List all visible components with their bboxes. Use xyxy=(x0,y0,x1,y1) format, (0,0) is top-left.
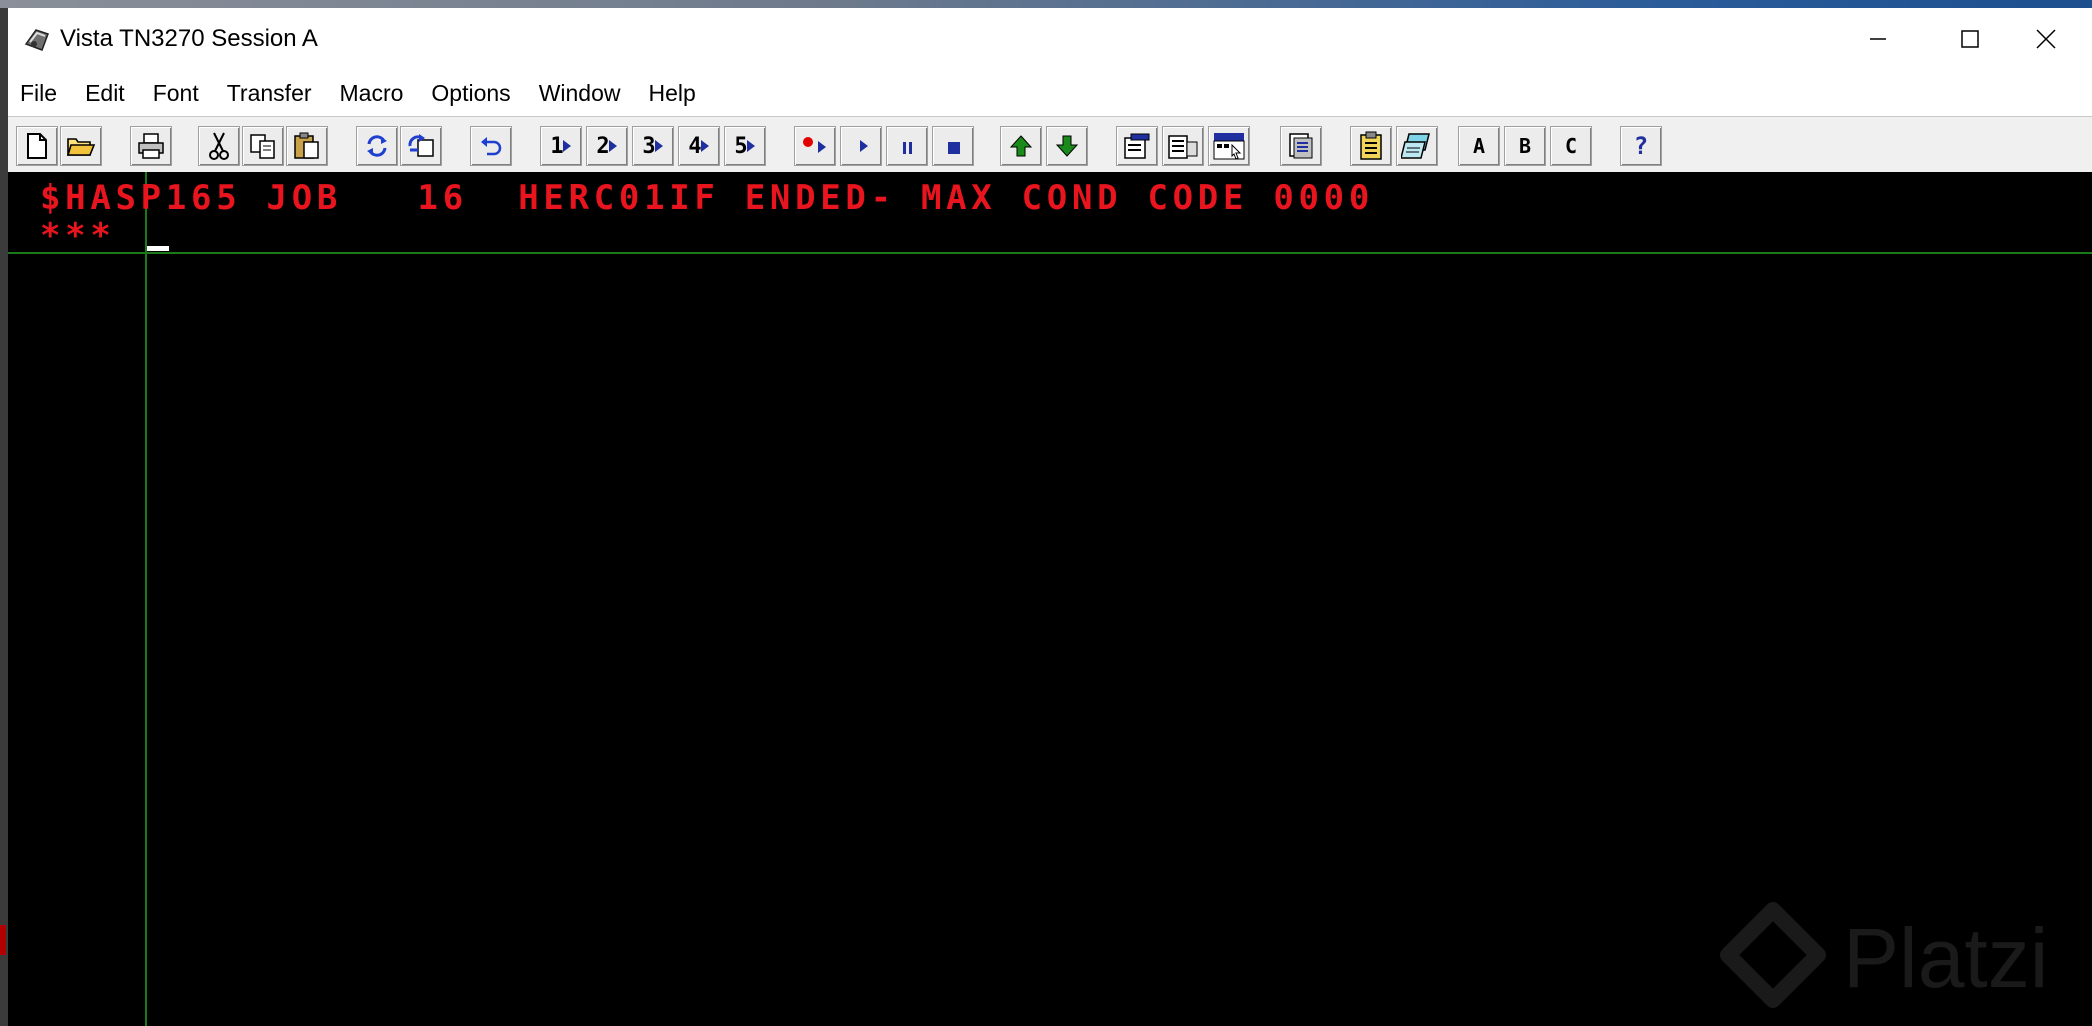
terminal-app-icon[interactable] xyxy=(22,24,52,54)
screen-capture-icon xyxy=(1289,133,1313,159)
app-window: Vista TN3270 Session A File Edit Font Tr… xyxy=(8,8,2092,1026)
play-icon xyxy=(860,140,868,152)
macro-1-button[interactable]: 1 xyxy=(540,126,582,166)
play-arrow-icon xyxy=(654,140,663,152)
close-button[interactable] xyxy=(2000,8,2092,70)
menu-help[interactable]: Help xyxy=(635,70,710,116)
terminal-screen[interactable]: $HASP165 JOB 16 HERC01IF ENDED- MAX COND… xyxy=(8,172,2092,1026)
background-window-strip xyxy=(0,0,2092,8)
pause-icon xyxy=(903,142,912,154)
menu-file[interactable]: File xyxy=(8,70,71,116)
play-button[interactable] xyxy=(840,126,882,166)
notes-button[interactable] xyxy=(1396,126,1438,166)
record-button[interactable] xyxy=(794,126,836,166)
copy-icon xyxy=(250,134,275,159)
page-up-button[interactable] xyxy=(1000,126,1042,166)
open-folder-icon xyxy=(66,138,96,156)
arrow-up-icon xyxy=(1009,135,1033,157)
undo-button[interactable] xyxy=(470,126,512,166)
platzi-logo-icon xyxy=(1720,902,1826,1008)
terminal-line-2: *** xyxy=(40,216,116,256)
reconnect-button[interactable] xyxy=(400,126,442,166)
reconnect-icon xyxy=(408,134,434,157)
properties-icon xyxy=(1124,133,1150,159)
watermark: Platzi xyxy=(1718,902,2092,1012)
menu-macro[interactable]: Macro xyxy=(326,70,418,116)
play-arrow-icon xyxy=(562,140,571,152)
stop-icon xyxy=(948,142,960,154)
text-cursor xyxy=(147,246,169,251)
session-b-button[interactable]: B xyxy=(1504,126,1546,166)
pause-button[interactable] xyxy=(886,126,928,166)
window-title: Vista TN3270 Session A xyxy=(60,25,318,52)
new-icon xyxy=(27,133,47,159)
stop-button[interactable] xyxy=(932,126,974,166)
keyboard-map-button[interactable] xyxy=(1208,126,1250,166)
minimize-icon xyxy=(1870,38,1886,40)
menu-window[interactable]: Window xyxy=(525,70,635,116)
print-icon xyxy=(138,133,164,159)
minimize-button[interactable] xyxy=(1832,8,1924,70)
document-list-button[interactable] xyxy=(1162,126,1204,166)
toolbar: 1 2 3 4 5 A B C ? xyxy=(8,116,2092,173)
macro-3-button[interactable]: 3 xyxy=(632,126,674,166)
refresh-button[interactable] xyxy=(356,126,398,166)
cursor-crosshair-horizontal xyxy=(8,252,2092,254)
watermark-text: Platzi xyxy=(1843,911,2049,1005)
help-icon: ? xyxy=(1633,132,1649,160)
arrow-down-icon xyxy=(1055,135,1079,157)
clipboard-icon xyxy=(1360,131,1382,160)
page-down-button[interactable] xyxy=(1046,126,1088,166)
copy-button[interactable] xyxy=(242,126,284,166)
menu-edit[interactable]: Edit xyxy=(71,70,139,116)
print-button[interactable] xyxy=(130,126,172,166)
session-c-icon: C xyxy=(1564,134,1578,158)
macro-4-button[interactable]: 4 xyxy=(678,126,720,166)
new-button[interactable] xyxy=(16,126,58,166)
cut-icon xyxy=(209,132,229,160)
background-window-edge xyxy=(0,8,8,1026)
menu-transfer[interactable]: Transfer xyxy=(213,70,326,116)
open-button[interactable] xyxy=(60,126,102,166)
properties-button[interactable] xyxy=(1116,126,1158,166)
screen-capture-button[interactable] xyxy=(1280,126,1322,166)
help-button[interactable]: ? xyxy=(1620,126,1662,166)
record-icon xyxy=(803,137,826,153)
title-bar[interactable]: Vista TN3270 Session A xyxy=(8,8,2092,70)
menu-font[interactable]: Font xyxy=(139,70,213,116)
paste-icon xyxy=(294,132,319,159)
background-window-accent xyxy=(0,925,6,955)
clipboard-button[interactable] xyxy=(1350,126,1392,166)
maximize-icon xyxy=(1961,30,1979,48)
terminal-line-1: $HASP165 JOB 16 HERC01IF ENDED- MAX COND… xyxy=(40,178,1374,218)
cut-button[interactable] xyxy=(198,126,240,166)
cursor-crosshair-vertical xyxy=(145,172,147,1026)
menu-bar: File Edit Font Transfer Macro Options Wi… xyxy=(8,70,2092,116)
paste-button[interactable] xyxy=(286,126,328,166)
keyboard-map-icon xyxy=(1213,133,1245,160)
menu-options[interactable]: Options xyxy=(417,70,524,116)
play-arrow-icon xyxy=(746,140,755,152)
refresh-icon xyxy=(367,135,387,157)
session-c-button[interactable]: C xyxy=(1550,126,1592,166)
session-b-icon: B xyxy=(1518,134,1532,158)
notes-icon xyxy=(1401,133,1430,159)
undo-icon xyxy=(481,137,502,156)
macro-2-button[interactable]: 2 xyxy=(586,126,628,166)
play-arrow-icon xyxy=(700,140,709,152)
macro-5-button[interactable]: 5 xyxy=(724,126,766,166)
document-list-icon xyxy=(1168,135,1198,159)
play-arrow-icon xyxy=(608,140,617,152)
session-a-icon: A xyxy=(1472,134,1486,158)
close-icon xyxy=(2036,29,2056,49)
session-a-button[interactable]: A xyxy=(1458,126,1500,166)
